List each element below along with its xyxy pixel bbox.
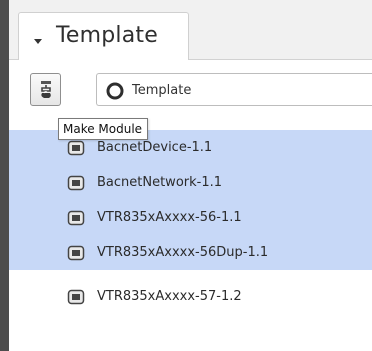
left-dock-border [0, 0, 9, 351]
module-row-vtr835-56[interactable]: VTR835xAxxxx-56-1.1 [9, 200, 372, 235]
module-icon [67, 210, 85, 226]
make-module-tooltip: Make Module [58, 118, 149, 140]
module-label: BacnetNetwork-1.1 [97, 175, 223, 190]
module-label: VTR835xAxxxx-56Dup-1.1 [97, 245, 269, 260]
module-row-bacnet-network[interactable]: BacnetNetwork-1.1 [9, 165, 372, 200]
make-module-icon [41, 81, 51, 98]
template-selector[interactable]: Template [96, 73, 372, 106]
template-selector-label: Template [132, 83, 192, 98]
template-ring-icon [106, 82, 124, 100]
template-panel: Template Template BacnetDevice-1.1 Bacne… [0, 0, 372, 351]
module-icon [67, 175, 85, 191]
module-row-vtr835-57[interactable]: VTR835xAxxxx-57-1.2 [9, 279, 372, 314]
module-label: VTR835xAxxxx-56-1.1 [97, 210, 242, 225]
module-label: VTR835xAxxxx-57-1.2 [97, 289, 242, 304]
module-label: BacnetDevice-1.1 [97, 140, 213, 155]
collapse-icon[interactable] [34, 38, 42, 46]
module-icon [67, 140, 85, 156]
module-icon [67, 245, 85, 261]
module-row-vtr835-56dup[interactable]: VTR835xAxxxx-56Dup-1.1 [9, 235, 372, 270]
make-module-button[interactable] [30, 73, 61, 106]
module-icon [67, 289, 85, 305]
panel-title: Template [56, 23, 158, 48]
